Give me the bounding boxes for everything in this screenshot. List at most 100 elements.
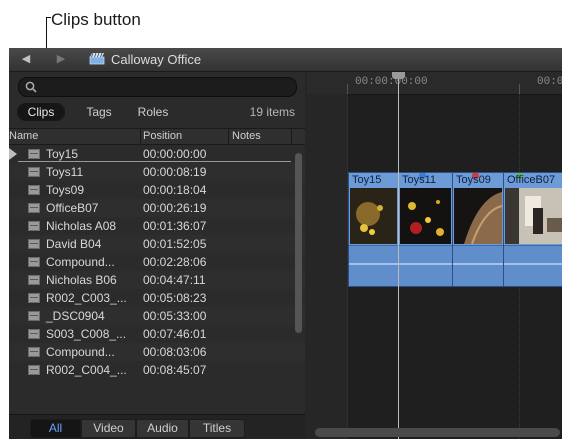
clip-position: 00:04:47:11 <box>143 273 206 287</box>
audio-waveform <box>453 245 503 286</box>
filter-tab-bar: All Video Audio Titles <box>9 414 305 439</box>
audio-waveform <box>504 245 562 286</box>
column-position[interactable]: Position <box>143 130 182 142</box>
list-item[interactable]: Nicholas B06 00:04:47:11 <box>9 271 305 289</box>
timeline-clip[interactable]: Toys11 <box>398 172 453 287</box>
column-divider[interactable] <box>140 129 141 144</box>
timeline-clip[interactable]: Toys09 <box>452 172 504 287</box>
roles-button[interactable]: Roles <box>133 103 173 121</box>
clip-name: R002_C003_... <box>46 291 127 305</box>
list-item[interactable]: Toys11 00:00:08:19 <box>9 163 305 181</box>
clip-label: Toys09 <box>456 174 491 186</box>
clip-position: 00:01:52:05 <box>143 237 207 251</box>
column-name[interactable]: Name <box>9 130 38 142</box>
timeline-ruler[interactable]: 00:00:00:00 00:00:3 <box>307 72 562 95</box>
clip-thumbnail <box>454 188 502 244</box>
clip-position: 00:05:33:00 <box>143 309 207 323</box>
film-icon <box>28 239 40 249</box>
clip-label: Toys11 <box>402 174 437 186</box>
clip-label: Toy15 <box>352 174 382 186</box>
callout-label: Clips button <box>51 10 141 29</box>
list-item[interactable]: OfficeB07 00:00:26:19 <box>9 199 305 217</box>
title-bar: ◀ ▶ Calloway Office <box>9 48 562 72</box>
timeline-clip[interactable]: OfficeB07 <box>503 172 562 287</box>
clip-name: R002_C004_... <box>46 363 127 377</box>
app-window: ◀ ▶ Calloway Office Clips Tags Roles 19 … <box>9 48 562 439</box>
list-item[interactable]: S003_C008_... 00:07:46:01 <box>9 325 305 343</box>
clip-position: 00:00:00:00 <box>143 147 207 161</box>
clip-position: 00:08:03:06 <box>143 345 207 359</box>
timecode-label: 00:00:00:00 <box>355 76 428 88</box>
list-scrollbar[interactable] <box>295 153 302 333</box>
arrow-right-icon[interactable]: ▶ <box>56 53 66 65</box>
tab-audio[interactable]: Audio <box>136 419 189 438</box>
audio-waveform <box>399 245 452 286</box>
clip-thumbnail <box>400 188 451 244</box>
clip-name: Nicholas A08 <box>46 219 117 233</box>
film-icon <box>28 329 40 339</box>
track-gutter <box>307 94 347 439</box>
filter-row: Clips Tags Roles 19 items <box>9 101 305 123</box>
clip-position: 00:00:26:19 <box>143 201 207 215</box>
column-notes[interactable]: Notes <box>232 130 261 142</box>
column-divider[interactable] <box>228 129 229 144</box>
clip-position: 00:02:28:06 <box>143 255 207 269</box>
playhead-marker-icon <box>9 148 17 160</box>
film-icon <box>28 221 40 231</box>
clip-thumbnail <box>350 188 397 244</box>
clip-name: _DSC0904 <box>46 309 105 323</box>
tab-video[interactable]: Video <box>81 419 136 438</box>
clip-name: Compound... <box>46 345 115 359</box>
film-icon <box>28 347 40 357</box>
column-divider[interactable] <box>291 129 292 144</box>
film-icon <box>28 311 40 321</box>
clip-name: Toys09 <box>46 183 85 197</box>
film-icon <box>28 167 40 177</box>
callout-tick <box>46 17 51 18</box>
list-item[interactable]: David B04 00:01:52:05 <box>9 235 305 253</box>
row-divider <box>18 161 291 162</box>
tab-titles[interactable]: Titles <box>189 419 245 438</box>
clip-position: 00:07:46:01 <box>143 327 207 341</box>
arrow-left-icon[interactable]: ◀ <box>21 53 31 65</box>
clip-list: Toy15 00:00:00:00 Toys11 00:00:08:19 Toy… <box>9 145 305 379</box>
clip-label: OfficeB07 <box>507 174 556 186</box>
search-input[interactable] <box>18 77 297 97</box>
list-item[interactable]: Nicholas A08 00:01:36:07 <box>9 217 305 235</box>
film-icon <box>28 149 40 159</box>
browser-pane: Clips Tags Roles 19 items Name Position … <box>9 72 305 439</box>
clip-name: Compound... <box>46 255 115 269</box>
timeline[interactable]: 00:00:00:00 00:00:3 Toy15 Toys11 <box>307 72 562 439</box>
clip-name: S003_C008_... <box>46 327 127 341</box>
film-icon <box>28 365 40 375</box>
clip-name: Nicholas B06 <box>46 273 117 287</box>
list-item[interactable]: _DSC0904 00:05:33:00 <box>9 307 305 325</box>
tags-button[interactable]: Tags <box>79 103 119 121</box>
clip-name: Toy15 <box>46 147 79 161</box>
list-item[interactable]: Toys09 00:00:18:04 <box>9 181 305 199</box>
film-icon <box>28 185 40 195</box>
list-item[interactable]: R002_C003_... 00:05:08:23 <box>9 289 305 307</box>
list-item[interactable]: R002_C004_... 00:08:45:07 <box>9 361 305 379</box>
audio-waveform <box>349 245 398 286</box>
timeline-scrollbar[interactable] <box>315 428 560 437</box>
clip-thumbnail <box>505 188 562 244</box>
ruler-tick <box>347 84 348 94</box>
playhead-handle-icon[interactable] <box>392 72 405 79</box>
clip-position: 00:00:18:04 <box>143 183 207 197</box>
film-icon <box>28 257 40 267</box>
playhead[interactable] <box>398 72 399 439</box>
list-item[interactable]: Compound... 00:02:28:06 <box>9 253 305 271</box>
clip-position: 00:00:08:19 <box>143 165 207 179</box>
clips-button[interactable]: Clips <box>17 103 65 121</box>
clip-position: 00:08:45:07 <box>143 363 207 377</box>
tab-all[interactable]: All <box>30 419 81 438</box>
ruler-tick <box>519 84 520 94</box>
list-item[interactable]: Compound... 00:08:03:06 <box>9 343 305 361</box>
search-icon <box>25 81 37 93</box>
clip-position: 00:05:08:23 <box>143 291 207 305</box>
list-item[interactable]: Toy15 00:00:00:00 <box>9 145 305 163</box>
timeline-clip[interactable]: Toy15 <box>348 172 399 287</box>
clip-position: 00:01:36:07 <box>143 219 207 233</box>
clip-name: David B04 <box>46 237 102 251</box>
